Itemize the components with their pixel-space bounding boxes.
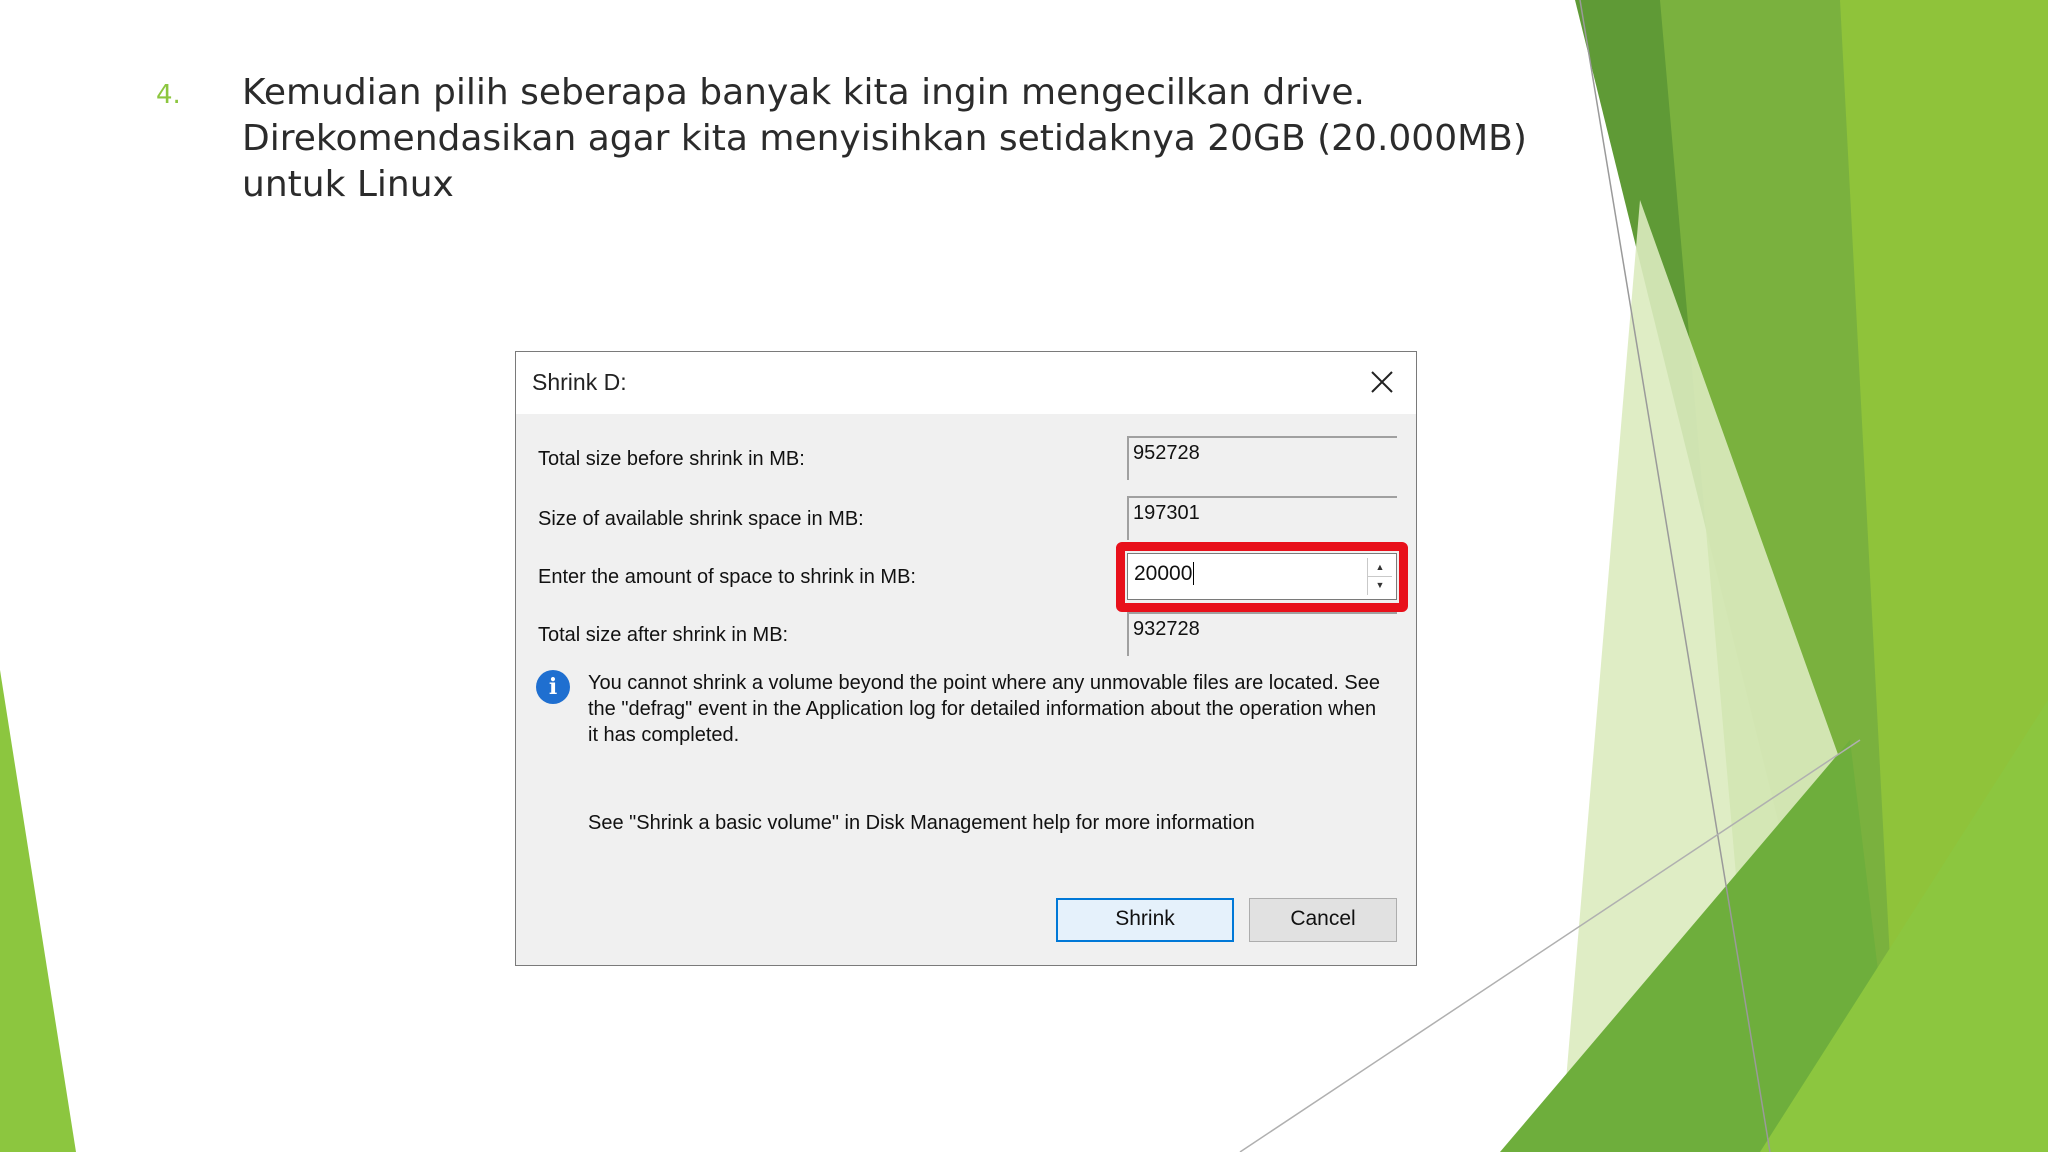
list-number: 4. (156, 80, 181, 110)
total-size-label: Total size before shrink in MB: (538, 448, 805, 470)
total-after-field: 932728 (1127, 612, 1397, 656)
red-highlight-box (1116, 542, 1408, 612)
shrink-button[interactable]: Shrink (1056, 898, 1234, 942)
help-text: See "Shrink a basic volume" in Disk Mana… (588, 812, 1255, 834)
total-after-label: Total size after shrink in MB: (538, 624, 789, 646)
dialog-title: Shrink D: (532, 369, 627, 395)
info-icon: i (536, 670, 570, 704)
slide-paragraph: Kemudian pilih seberapa banyak kita ingi… (242, 72, 1527, 205)
cancel-button[interactable]: Cancel (1249, 898, 1397, 942)
deco-left-panel (0, 670, 76, 1152)
available-space-label: Size of available shrink space in MB: (538, 508, 864, 530)
info-text: You cannot shrink a volume beyond the po… (588, 672, 1380, 746)
dialog-titlebar: Shrink D: (516, 352, 1416, 414)
shrink-dialog: Shrink D: Total size before shrink in MB… (515, 351, 1417, 966)
close-icon[interactable] (1366, 366, 1398, 398)
shrink-amount-label: Enter the amount of space to shrink in M… (538, 566, 916, 588)
total-size-field: 952728 (1127, 436, 1397, 480)
available-space-field: 197301 (1127, 496, 1397, 540)
